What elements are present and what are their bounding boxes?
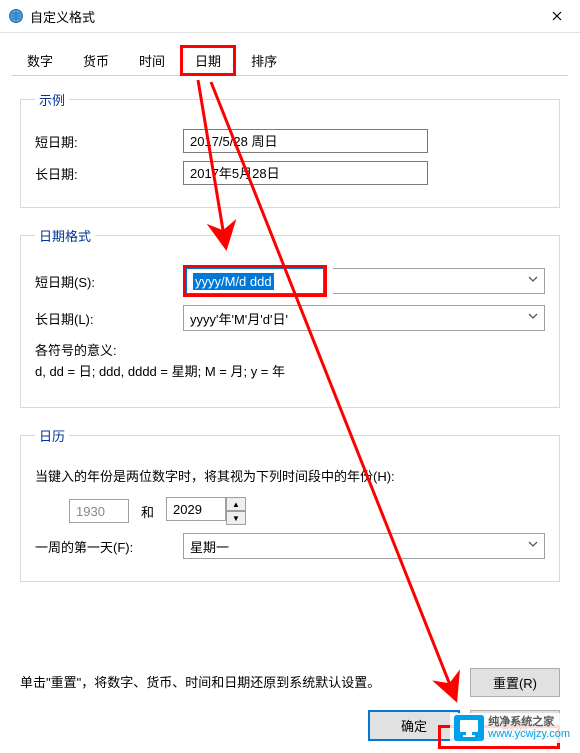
title-bar: 自定义格式 <box>0 0 580 33</box>
spinner-high-year[interactable]: ▲ ▼ <box>166 497 246 525</box>
spinner-down-button[interactable]: ▼ <box>226 511 246 525</box>
group-calendar-legend: 日历 <box>35 426 69 445</box>
group-calendar: 日历 当键入的年份是两位数字时，将其视为下列时间段中的年份(H): 和 ▲ ▼ … <box>20 426 560 583</box>
tab-time[interactable]: 时间 <box>124 45 180 76</box>
watermark-logo-icon <box>454 715 484 741</box>
tab-panel-date: 示例 短日期: 2017/5/28 周日 长日期: 2017年5月28日 日期格… <box>0 76 580 582</box>
tab-date[interactable]: 日期 <box>180 45 236 76</box>
group-example-legend: 示例 <box>35 90 69 109</box>
label-short-date-format: 短日期(S): <box>35 272 183 291</box>
ok-button[interactable]: 确定 <box>368 710 460 741</box>
tab-sort[interactable]: 排序 <box>236 45 292 76</box>
value-long-date-example: 2017年5月28日 <box>183 161 428 185</box>
format-meaning: 各符号的意义: d, dd = 日; ddd, dddd = 星期; M = 月… <box>35 341 545 383</box>
globe-icon <box>8 8 24 24</box>
chevron-down-icon <box>528 541 538 547</box>
label-first-day: 一周的第一天(F): <box>35 537 183 556</box>
combo-first-day[interactable]: 星期一 <box>183 533 545 559</box>
reset-message: 单击"重置"，将数字、货币、时间和日期还原到系统默认设置。 <box>20 673 470 693</box>
annotation-short-date-box: yyyy/M/d ddd <box>183 265 327 297</box>
input-high-year[interactable] <box>166 497 226 521</box>
label-two-digit-year: 当键入的年份是两位数字时，将其视为下列时间段中的年份(H): <box>35 467 545 488</box>
label-short-date-example: 短日期: <box>35 132 183 151</box>
watermark-text: 纯净系统之家 www.ycwjzy.com <box>488 716 570 740</box>
label-long-date-example: 长日期: <box>35 164 183 183</box>
group-date-format-legend: 日期格式 <box>35 226 95 245</box>
group-example: 示例 短日期: 2017/5/28 周日 长日期: 2017年5月28日 <box>20 90 560 208</box>
combo-short-date-value: yyyy/M/d ddd <box>193 273 274 290</box>
group-date-format: 日期格式 短日期(S): yyyy/M/d ddd 长日期(L): yyyy'年… <box>20 226 560 408</box>
combo-short-date-format[interactable]: yyyy/M/d ddd <box>186 268 324 294</box>
label-long-date-format: 长日期(L): <box>35 309 183 328</box>
window-title: 自定义格式 <box>30 7 534 26</box>
combo-long-date-format[interactable]: yyyy'年'M'月'd'日' <box>183 305 545 331</box>
tab-currency[interactable]: 货币 <box>68 45 124 76</box>
watermark: 纯净系统之家 www.ycwjzy.com <box>450 713 574 743</box>
label-and: 和 <box>141 502 154 521</box>
input-low-year <box>69 499 129 523</box>
combo-long-date-value: yyyy'年'M'月'd'日' <box>190 309 288 328</box>
combo-first-day-value: 星期一 <box>190 537 229 556</box>
reset-row: 单击"重置"，将数字、货币、时间和日期还原到系统默认设置。 重置(R) <box>0 668 580 697</box>
spinner-up-button[interactable]: ▲ <box>226 497 246 511</box>
chevron-down-icon <box>528 276 538 282</box>
spinner-low-year <box>69 499 129 523</box>
tab-number[interactable]: 数字 <box>12 45 68 76</box>
chevron-down-icon <box>528 313 538 319</box>
reset-button[interactable]: 重置(R) <box>470 668 560 697</box>
combo-short-date-format-ext[interactable] <box>333 268 545 294</box>
tab-strip: 数字 货币 时间 日期 排序 <box>0 33 580 76</box>
value-short-date-example: 2017/5/28 周日 <box>183 129 428 153</box>
close-button[interactable] <box>534 0 580 32</box>
